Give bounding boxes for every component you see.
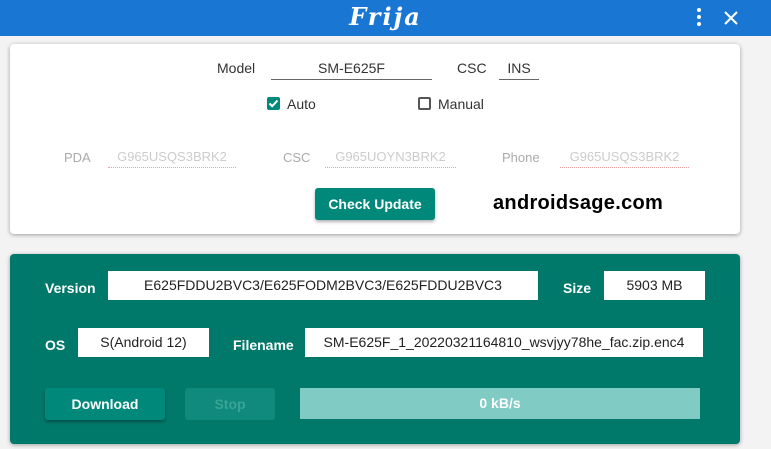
pda-label: PDA	[64, 150, 91, 165]
more-vertical-icon[interactable]	[693, 8, 705, 28]
filename-field[interactable]: SM-E625F_1_20220321164810_wsvjyy78he_fac…	[305, 328, 703, 357]
query-panel: Model SM-E625F CSC INS Auto Manual PDA G…	[10, 44, 740, 234]
os-field[interactable]: S(Android 12)	[78, 328, 209, 357]
auto-label: Auto	[287, 96, 316, 112]
model-label: Model	[217, 60, 256, 76]
size-label: Size	[563, 280, 592, 296]
app-title: Frija	[349, 2, 422, 31]
model-input[interactable]: SM-E625F	[271, 56, 432, 80]
watermark-text: androidsage.com	[493, 192, 664, 214]
phone-label: Phone	[502, 150, 540, 165]
filename-label: Filename	[233, 337, 294, 353]
phone-input[interactable]: G965USQS3BRK2	[560, 146, 689, 168]
manual-label: Manual	[438, 96, 484, 112]
csc-input[interactable]: INS	[499, 56, 539, 80]
result-panel: Version E625FDDU2BVC3/E625FODM2BVC3/E625…	[10, 254, 740, 444]
title-bar: Frija	[0, 0, 771, 36]
stop-button[interactable]: Stop	[185, 388, 275, 420]
download-button[interactable]: Download	[45, 388, 165, 420]
close-icon[interactable]	[722, 9, 740, 27]
csc2-input[interactable]: G965UOYN3BRK2	[325, 146, 456, 168]
manual-checkbox[interactable]	[418, 97, 431, 110]
pda-input[interactable]: G965USQS3BRK2	[108, 146, 236, 168]
checkmark-icon	[268, 99, 279, 108]
check-update-button[interactable]: Check Update	[315, 188, 435, 220]
size-field[interactable]: 5903 MB	[604, 271, 705, 300]
auto-checkbox[interactable]	[267, 97, 280, 110]
csc2-label: CSC	[283, 150, 311, 165]
version-label: Version	[45, 280, 96, 296]
csc-label: CSC	[457, 60, 487, 76]
download-progress-bar: 0 kB/s	[300, 388, 700, 419]
os-label: OS	[45, 337, 66, 353]
download-speed-text: 0 kB/s	[479, 395, 521, 411]
version-field[interactable]: E625FDDU2BVC3/E625FODM2BVC3/E625FDDU2BVC…	[108, 271, 538, 300]
